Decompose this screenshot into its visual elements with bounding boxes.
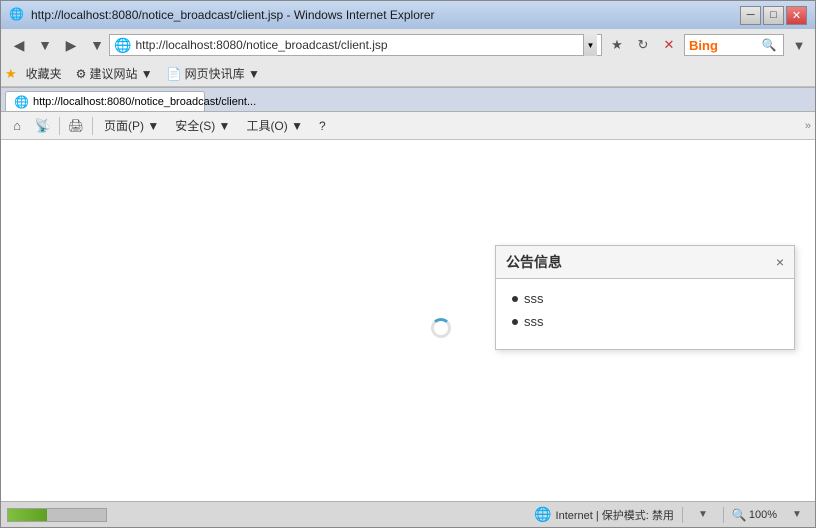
help-label: ? <box>319 119 326 133</box>
tab-label: http://localhost:8080/notice_broadcast/c… <box>33 96 256 108</box>
browser-window: 🌐 http://localhost:8080/notice_broadcast… <box>0 0 816 528</box>
notice-popup: 公告信息 × sss sss <box>495 245 795 350</box>
suggest-icon: ⚙ <box>76 67 87 81</box>
notice-item-2: sss <box>512 314 778 329</box>
tab-icon: 🌐 <box>14 95 29 109</box>
bing-logo: Bing <box>689 38 718 53</box>
bing-search-box[interactable]: Bing 🔍 <box>684 34 784 56</box>
tools-menu-label: 工具(O) ▼ <box>246 117 303 134</box>
toolbar-area: ◀ ▼ ▶ ▼ 🌐 ▼ ★ ↻ ✕ Bing 🔍 ▼ ★ <box>1 29 815 88</box>
zone-indicator: 🌐 Internet | 保护模式: 禁用 <box>534 506 674 523</box>
favorites-text: 收藏夹 <box>26 65 62 82</box>
globe-icon: 🌐 <box>534 506 551 523</box>
content-area: 公告信息 × sss sss <box>1 140 815 501</box>
address-dropdown[interactable]: ▼ <box>583 34 597 56</box>
forward-button[interactable]: ▶ <box>57 33 85 57</box>
notice-item-2-text: sss <box>524 314 544 329</box>
address-bar[interactable]: 🌐 ▼ <box>109 34 602 56</box>
notice-header: 公告信息 × <box>496 246 794 279</box>
notice-item-1-text: sss <box>524 291 544 306</box>
browser-icon: 🌐 <box>9 7 25 23</box>
forward-dropdown[interactable]: ▼ <box>88 33 106 57</box>
status-bar: 🌐 Internet | 保护模式: 禁用 ▼ 🔍 100% ▼ <box>1 501 815 527</box>
notice-title: 公告信息 <box>506 252 562 272</box>
zoom-dropdown[interactable]: ▼ <box>785 503 809 527</box>
status-sep-2 <box>723 507 724 523</box>
home-icon-btn[interactable]: ⌂ <box>5 114 29 138</box>
notice-item-1: sss <box>512 291 778 306</box>
minimize-button[interactable]: ─ <box>740 6 761 25</box>
progress-bar <box>8 509 47 521</box>
notice-close-button[interactable]: × <box>776 255 784 269</box>
favorites-icon-btn[interactable]: ★ <box>605 33 629 57</box>
web-slice-button[interactable]: 📄 网页快讯库 ▼ <box>162 62 265 85</box>
search-options-button[interactable]: ▼ <box>787 33 811 57</box>
webslice-icon: 📄 <box>167 67 182 81</box>
zoom-indicator: 🔍 100% <box>732 508 777 522</box>
back-button[interactable]: ◀ <box>5 33 33 57</box>
bullet-icon-1 <box>512 296 518 302</box>
cmdbar-more[interactable]: » <box>805 120 811 132</box>
status-sep-1 <box>682 507 683 523</box>
stop-button[interactable]: ✕ <box>657 33 681 57</box>
suggest-sites-button[interactable]: ⚙ 建议网站 ▼ <box>71 62 158 85</box>
favorites-bar: ★ 收藏夹 ⚙ 建议网站 ▼ 📄 网页快讯库 ▼ <box>1 61 815 87</box>
tab-client-jsp[interactable]: 🌐 http://localhost:8080/notice_broadcast… <box>5 91 205 111</box>
status-arrow-btn[interactable]: ▼ <box>691 503 715 527</box>
window-controls: ─ □ ✕ <box>740 6 807 25</box>
search-button[interactable]: 🔍 <box>759 34 779 56</box>
bullet-icon-2 <box>512 319 518 325</box>
cmd-separator-1 <box>59 117 60 135</box>
back-dropdown[interactable]: ▼ <box>36 33 54 57</box>
rss-icon-btn[interactable]: 📡 <box>31 114 55 138</box>
window-title: http://localhost:8080/notice_broadcast/c… <box>31 8 734 22</box>
nav-icons: ★ ↻ ✕ <box>605 33 681 57</box>
help-button[interactable]: ? <box>312 115 333 137</box>
progress-bar-container <box>7 508 107 522</box>
tab-bar: 🌐 http://localhost:8080/notice_broadcast… <box>1 88 815 112</box>
close-button[interactable]: ✕ <box>786 6 807 25</box>
zone-text: Internet | 保护模式: 禁用 <box>556 507 674 523</box>
nav-bar: ◀ ▼ ▶ ▼ 🌐 ▼ ★ ↻ ✕ Bing 🔍 ▼ <box>1 29 815 61</box>
page-menu-button[interactable]: 页面(P) ▼ <box>97 115 166 137</box>
tools-menu-button[interactable]: 工具(O) ▼ <box>239 115 310 137</box>
zoom-level: 100% <box>749 509 777 521</box>
notice-body: sss sss <box>496 279 794 349</box>
page-menu-label: 页面(P) ▼ <box>104 117 159 134</box>
cmd-separator-2 <box>92 117 93 135</box>
zoom-icon: 🔍 <box>732 508 747 522</box>
title-bar: 🌐 http://localhost:8080/notice_broadcast… <box>1 1 815 29</box>
favorites-star-icon: ★ <box>5 66 17 82</box>
favorites-label[interactable]: 收藏夹 <box>21 62 67 85</box>
print-icon-btn[interactable]: 🖨 <box>64 114 88 138</box>
safety-menu-button[interactable]: 安全(S) ▼ <box>168 115 237 137</box>
command-bar: ⌂ 📡 🖨 页面(P) ▼ 安全(S) ▼ 工具(O) ▼ ? » <box>1 112 815 140</box>
safety-menu-label: 安全(S) ▼ <box>175 117 230 134</box>
maximize-button[interactable]: □ <box>763 6 784 25</box>
address-input[interactable] <box>135 38 579 52</box>
page-icon: 🌐 <box>114 37 131 54</box>
loading-spinner <box>431 318 451 338</box>
refresh-button[interactable]: ↻ <box>631 33 655 57</box>
